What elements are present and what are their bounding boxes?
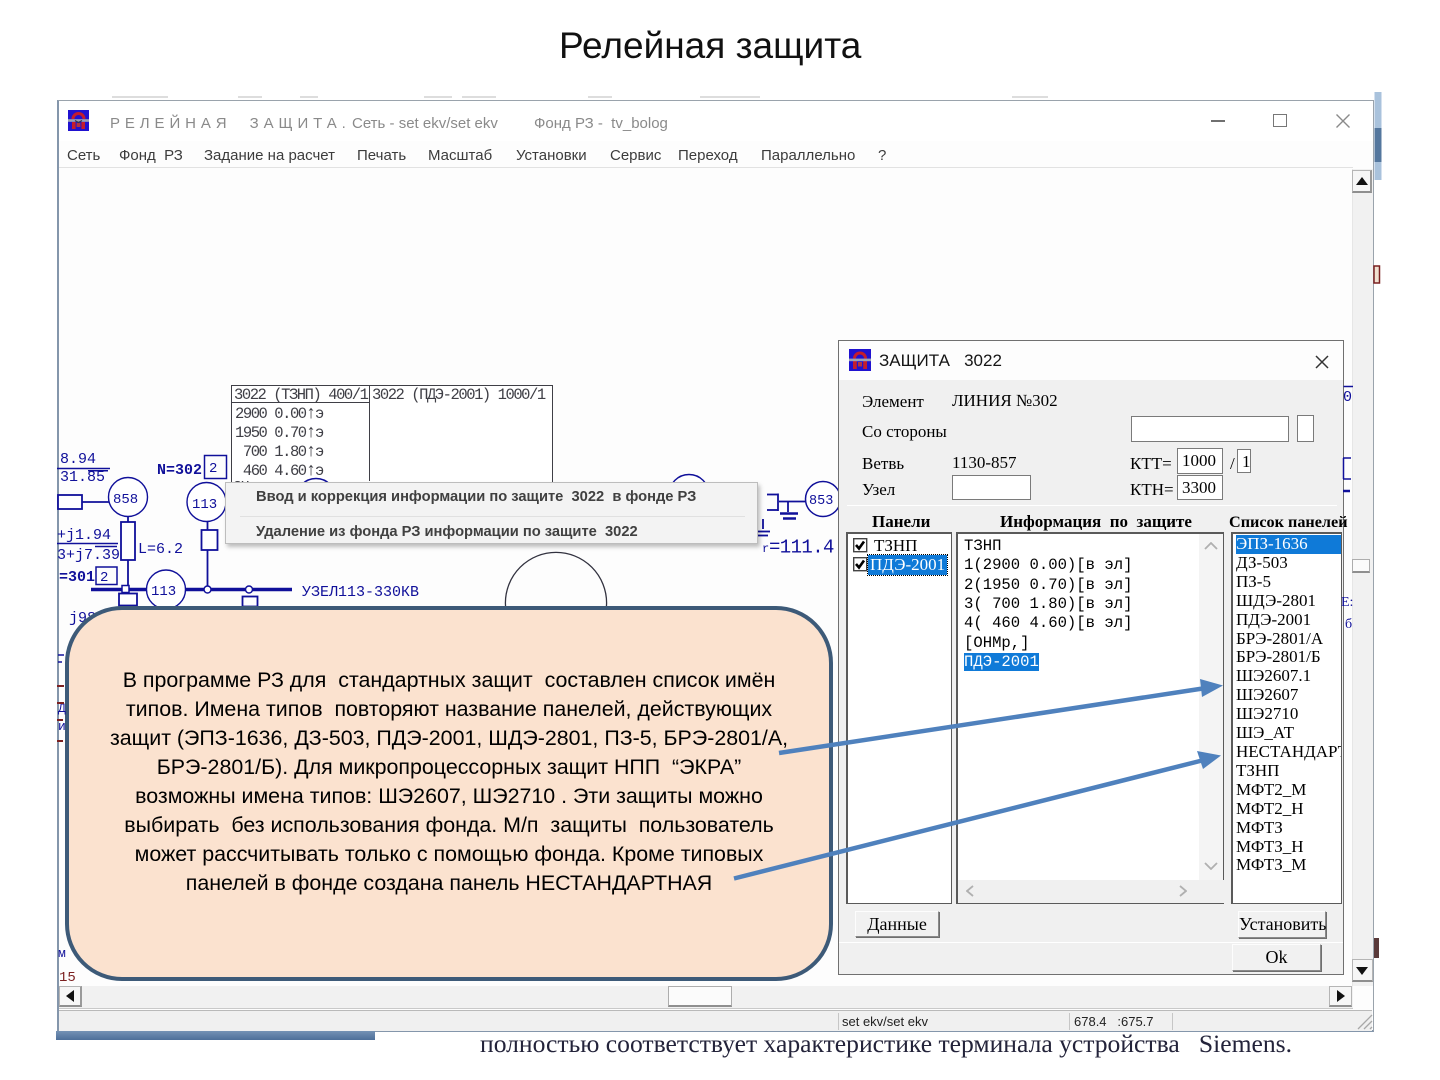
svg-text:Е:: Е: bbox=[1341, 595, 1353, 610]
svg-text:0: 0 bbox=[1343, 389, 1352, 406]
svg-text:и: и bbox=[58, 719, 66, 734]
svg-text:б: б bbox=[1345, 617, 1352, 632]
svg-text:15: 15 bbox=[59, 970, 76, 986]
svg-text:м: м bbox=[58, 946, 66, 961]
